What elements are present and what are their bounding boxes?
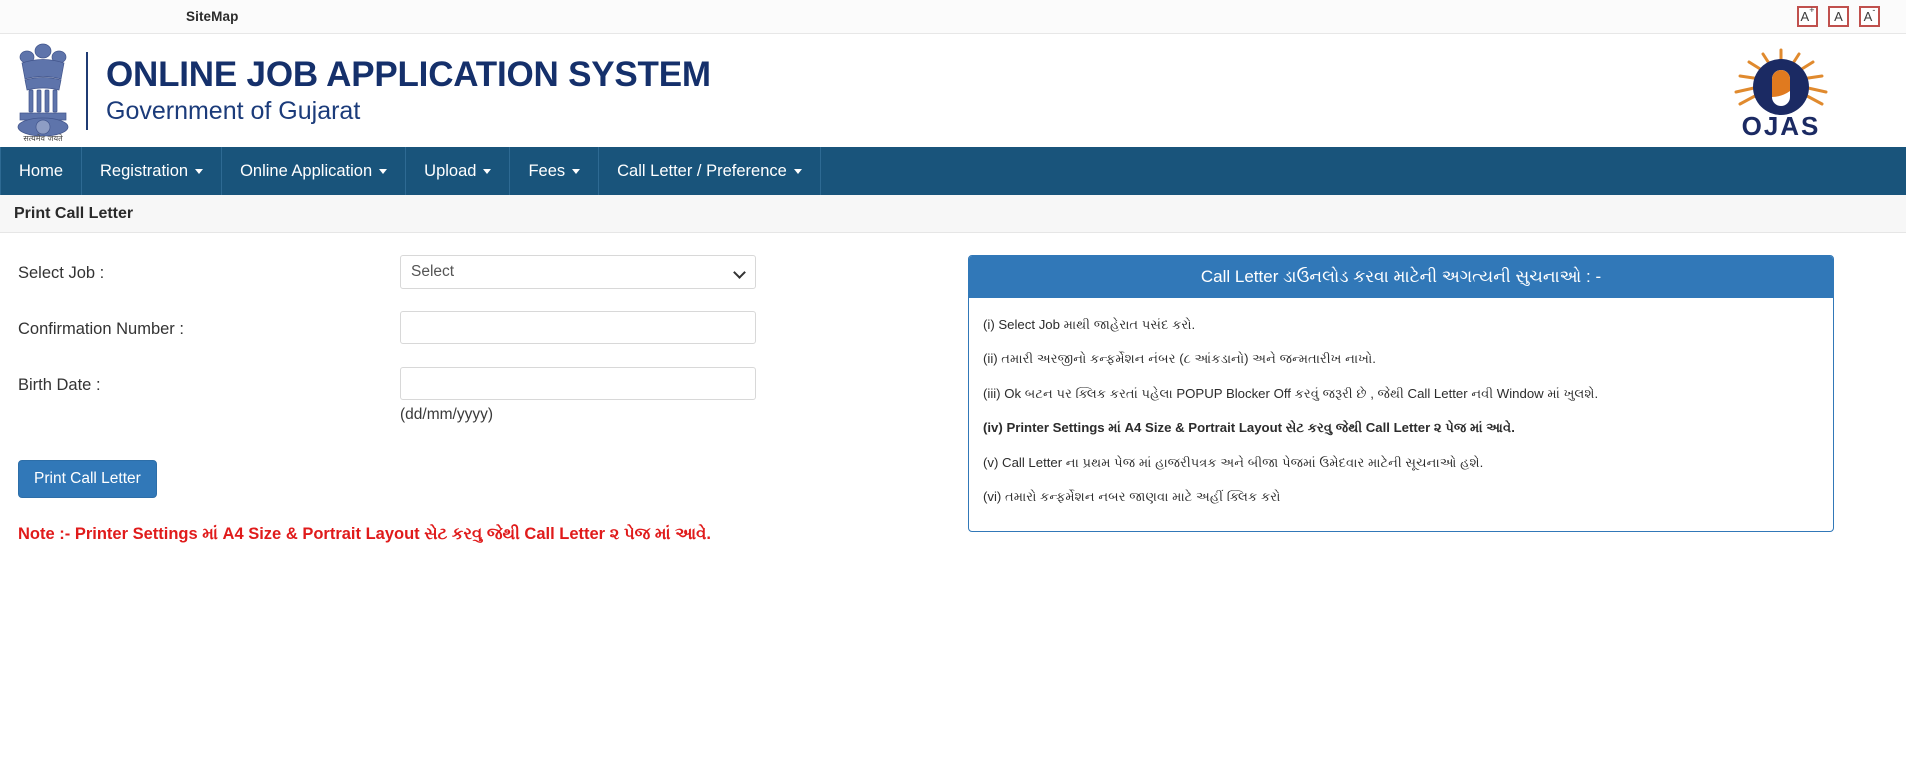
emblem-motto: सत्यमेव जयते: [23, 133, 63, 143]
instructions-column: Call Letter ડાઉનલોડ કરવા માટેની અગત્યની …: [968, 255, 1906, 544]
ojas-logo: OJAS: [1706, 42, 1856, 142]
nav-label-call-letter-preference: Call Letter / Preference: [617, 161, 787, 180]
birth-date-input[interactable]: [400, 367, 756, 400]
select-job-wrap: Select: [400, 255, 756, 289]
instruction-item-4: (iv) Printer Settings માં A4 Size & Port…: [983, 420, 1515, 436]
masthead-title-block: ONLINE JOB APPLICATION SYSTEM Government…: [106, 55, 711, 125]
select-job-field-wrap: Select: [400, 255, 756, 289]
page-title-band: Print Call Letter: [0, 195, 1906, 233]
instructions-panel: Call Letter ડાઉનલોડ કરવા માટેની અગત્યની …: [968, 255, 1834, 532]
chevron-down-icon: [195, 168, 204, 174]
chevron-down-icon: [379, 168, 388, 174]
confirmation-number-field-wrap: [400, 311, 756, 344]
form-row-select-job: Select Job : Select: [18, 255, 968, 297]
nav-item-fees[interactable]: Fees: [510, 147, 600, 195]
confirmation-number-label: Confirmation Number :: [18, 320, 184, 338]
instruction-item-2: (ii) તમારી અરજીનો કન્ફર્મેશન નંબર (૮ આંક…: [983, 351, 1376, 367]
chevron-down-icon: [793, 168, 802, 174]
birth-date-field-wrap: (dd/mm/yyyy): [400, 367, 756, 424]
nav-item-registration[interactable]: Registration: [82, 147, 223, 195]
select-job-selected-value: Select: [411, 263, 455, 280]
select-job-dropdown[interactable]: Select: [400, 255, 756, 289]
font-increase-superscript: +: [1809, 4, 1815, 15]
nav-label-fees: Fees: [528, 161, 566, 180]
birth-date-label: Birth Date :: [18, 376, 101, 394]
chevron-down-icon: [483, 168, 492, 174]
masthead: सत्यमेव जयते ONLINE JOB APPLICATION SYST…: [0, 34, 1906, 147]
instruction-item-1: (i) Select Job માથી જાહેરાત પસંદ કરો.: [983, 317, 1196, 332]
top-utility-bar: SiteMap A+ A A-: [0, 0, 1906, 34]
nav-item-call-letter-preference[interactable]: Call Letter / Preference: [599, 147, 821, 195]
nav-item-upload[interactable]: Upload: [406, 147, 511, 195]
site-subtitle: Government of Gujarat: [106, 96, 361, 125]
page-title: Print Call Letter: [14, 204, 134, 222]
sitemap-link[interactable]: SiteMap: [186, 9, 238, 24]
nav-item-home[interactable]: Home: [0, 147, 83, 195]
main-content: Select Job : Select Confirmation Number …: [0, 233, 1906, 544]
font-decrease-superscript: -: [1872, 4, 1876, 15]
instruction-item-6[interactable]: (vi) તમારો કન્ફર્મેશન નબર જાણવા માટે અહી…: [983, 480, 1819, 514]
call-letter-form: Select Job : Select Confirmation Number …: [0, 255, 968, 544]
nav-label-home: Home: [19, 161, 64, 180]
font-normal-button[interactable]: A: [1828, 6, 1849, 27]
nav-label-upload: Upload: [424, 161, 477, 180]
instructions-panel-header: Call Letter ડાઉનલોડ કરવા માટેની અગત્યની …: [969, 256, 1833, 298]
printer-settings-note: Note :- Printer Settings માં A4 Size & P…: [18, 525, 711, 543]
site-title: ONLINE JOB APPLICATION SYSTEM: [106, 55, 711, 94]
select-job-label: Select Job :: [18, 264, 105, 282]
nav-label-online-application: Online Application: [240, 161, 373, 180]
ojas-logo-text: OJAS: [1742, 111, 1821, 141]
confirmation-number-input[interactable]: [400, 311, 756, 344]
instruction-item-3: (iii) Ok બટન પર ક્લિક કરતાં પહેલા POPUP …: [983, 385, 1599, 401]
font-increase-button[interactable]: A+: [1797, 4, 1818, 27]
instructions-panel-body: (i) Select Job માથી જાહેરાત પસંદ કરો. (i…: [969, 298, 1833, 531]
masthead-divider: [86, 51, 88, 130]
confirmation-number-lookup-link[interactable]: (vi) તમારો કન્ફર્મેશન નબર જાણવા માટે અહી…: [983, 489, 1280, 504]
print-call-letter-button[interactable]: Print Call Letter: [18, 460, 157, 498]
india-state-emblem-icon: सत्यमेव जयते: [10, 39, 76, 143]
main-navigation: Home Registration Online Application Upl…: [0, 147, 1906, 195]
font-decrease-button[interactable]: A-: [1859, 4, 1880, 27]
birth-date-format-hint: (dd/mm/yyyy): [400, 406, 493, 423]
form-row-birth-date: Birth Date : (dd/mm/yyyy): [18, 367, 968, 424]
instruction-item-5: (v) Call Letter ના પ્રથમ પેજ માં હાજરીપત…: [983, 454, 1484, 470]
chevron-down-icon: [572, 168, 581, 174]
nav-label-registration: Registration: [100, 161, 189, 180]
font-size-controls: A+ A A-: [1797, 4, 1880, 27]
nav-item-online-application[interactable]: Online Application: [222, 147, 407, 195]
form-row-confirmation-number: Confirmation Number :: [18, 311, 968, 353]
